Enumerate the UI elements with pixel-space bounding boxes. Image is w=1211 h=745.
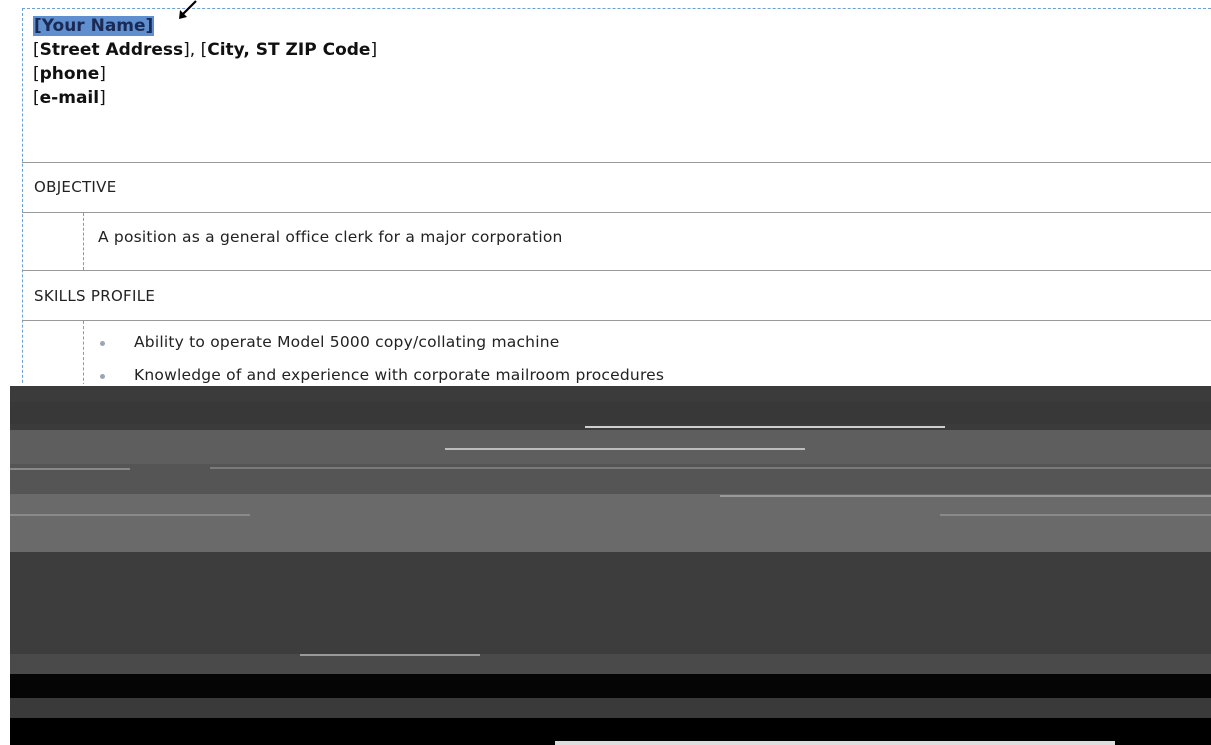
section-divider bbox=[22, 270, 1211, 271]
name-placeholder-selected[interactable]: [Your Name] bbox=[33, 16, 155, 36]
objective-text[interactable]: A position as a general office clerk for… bbox=[98, 228, 563, 246]
objective-heading: OBJECTIVE bbox=[34, 178, 117, 196]
email-line[interactable]: [e-mail] bbox=[33, 86, 377, 110]
bullet-dot-icon bbox=[100, 374, 105, 379]
street-address-placeholder[interactable]: Street Address bbox=[40, 40, 184, 60]
email-placeholder[interactable]: e-mail bbox=[40, 88, 99, 108]
phone-line[interactable]: [phone] bbox=[33, 62, 377, 86]
city-state-zip-placeholder[interactable]: City, ST ZIP Code bbox=[207, 40, 370, 60]
objective-cell-border bbox=[83, 213, 84, 270]
skills-heading: SKILLS PROFILE bbox=[34, 287, 156, 305]
skill-item[interactable]: Ability to operate Model 5000 copy/colla… bbox=[134, 333, 559, 351]
bullet-dot-icon bbox=[100, 341, 105, 346]
phone-placeholder[interactable]: phone bbox=[40, 64, 100, 84]
arrow-cursor-icon bbox=[179, 0, 197, 19]
screen-artifact-region bbox=[0, 384, 1211, 745]
section-divider bbox=[22, 212, 1211, 213]
address-line[interactable]: [Street Address], [City, ST ZIP Code] bbox=[33, 38, 377, 62]
document-page: [Your Name] [Street Address], [City, ST … bbox=[0, 0, 1211, 745]
section-divider bbox=[22, 320, 1211, 321]
section-divider bbox=[22, 162, 1211, 163]
skill-item[interactable]: Knowledge of and experience with corpora… bbox=[134, 366, 664, 384]
name-line[interactable]: [Your Name] bbox=[33, 14, 377, 38]
skills-cell-border bbox=[83, 321, 84, 391]
contact-header: [Your Name] [Street Address], [City, ST … bbox=[33, 14, 377, 110]
